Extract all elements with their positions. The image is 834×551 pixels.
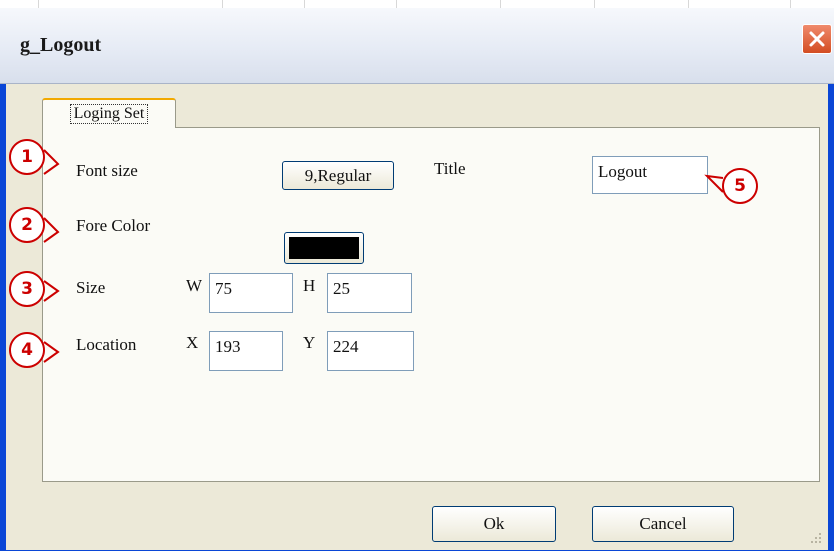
- callout-2-number: 2: [21, 215, 33, 235]
- location-label: Location: [76, 335, 137, 354]
- height-input[interactable]: 25: [327, 273, 412, 313]
- tab-label: Loging Set: [69, 104, 149, 124]
- callout-5-number: 5: [734, 176, 746, 196]
- font-size-label: Font size: [76, 161, 138, 180]
- title-label: Title: [434, 159, 466, 178]
- width-input[interactable]: 75: [209, 273, 293, 313]
- title-bar[interactable]: g_Logout: [0, 8, 834, 84]
- x-label: X: [186, 333, 199, 352]
- tab-loging-set[interactable]: Loging Set: [42, 98, 176, 128]
- resize-grip-icon[interactable]: [808, 530, 822, 544]
- ok-button[interactable]: Ok: [432, 506, 556, 542]
- dialog-window: g_Logout Loging Set Font size 9,Regular …: [0, 8, 834, 551]
- fore-color-swatch: [289, 237, 359, 259]
- tab-panel: Font size 9,Regular Title Logout Fore Co…: [42, 127, 820, 482]
- close-button[interactable]: [802, 24, 832, 54]
- callout-4-number: 4: [21, 340, 33, 360]
- callout-3-number: 3: [21, 279, 33, 299]
- cancel-button[interactable]: Cancel: [592, 506, 734, 542]
- close-icon: [809, 31, 825, 47]
- x-input[interactable]: 193: [209, 331, 283, 371]
- fore-color-button[interactable]: [284, 232, 364, 264]
- height-label: H: [303, 276, 316, 295]
- fore-color-label: Fore Color: [76, 216, 151, 235]
- window-title: g_Logout: [20, 34, 102, 56]
- width-label: W: [186, 276, 203, 295]
- y-label: Y: [303, 333, 316, 352]
- font-size-button[interactable]: 9,Regular: [282, 161, 394, 190]
- callout-1-number: 1: [21, 147, 33, 167]
- title-input[interactable]: Logout: [592, 156, 708, 194]
- size-label: Size: [76, 278, 106, 297]
- dialog-client-area: Loging Set Font size 9,Regular Title Log…: [6, 84, 828, 550]
- y-input[interactable]: 224: [327, 331, 414, 371]
